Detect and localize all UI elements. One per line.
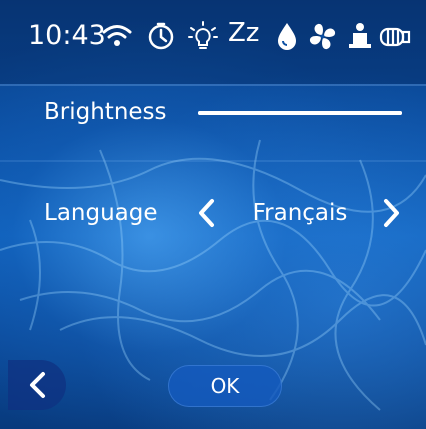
brightness-slider-fill	[198, 111, 402, 115]
fan-icon	[306, 20, 340, 52]
status-bar: 10:43 Zz	[0, 0, 426, 84]
timer-icon	[144, 20, 178, 52]
wifi-icon	[100, 20, 134, 52]
jet-icon	[342, 20, 376, 52]
sleep-icon: Zz	[228, 18, 260, 48]
clock-time: 10:43	[28, 20, 106, 51]
ok-button[interactable]: OK	[168, 365, 282, 407]
language-label: Language	[44, 200, 158, 226]
brightness-label: Brightness	[44, 99, 167, 125]
language-next-button[interactable]	[376, 196, 406, 230]
brightness-slider[interactable]	[198, 111, 402, 115]
chevron-left-icon	[30, 372, 45, 398]
language-prev-button[interactable]	[192, 196, 222, 230]
language-value: Français	[252, 200, 348, 226]
settings-screen: 10:43 Zz Brightness Language Français OK	[0, 0, 426, 429]
light-icon	[186, 20, 220, 52]
filter-icon	[378, 20, 412, 52]
chevron-right-icon	[384, 199, 399, 227]
chevron-left-icon	[199, 199, 214, 227]
divider	[0, 160, 426, 162]
back-button[interactable]	[8, 360, 66, 410]
water-drop-icon	[270, 20, 304, 52]
divider	[0, 84, 426, 86]
